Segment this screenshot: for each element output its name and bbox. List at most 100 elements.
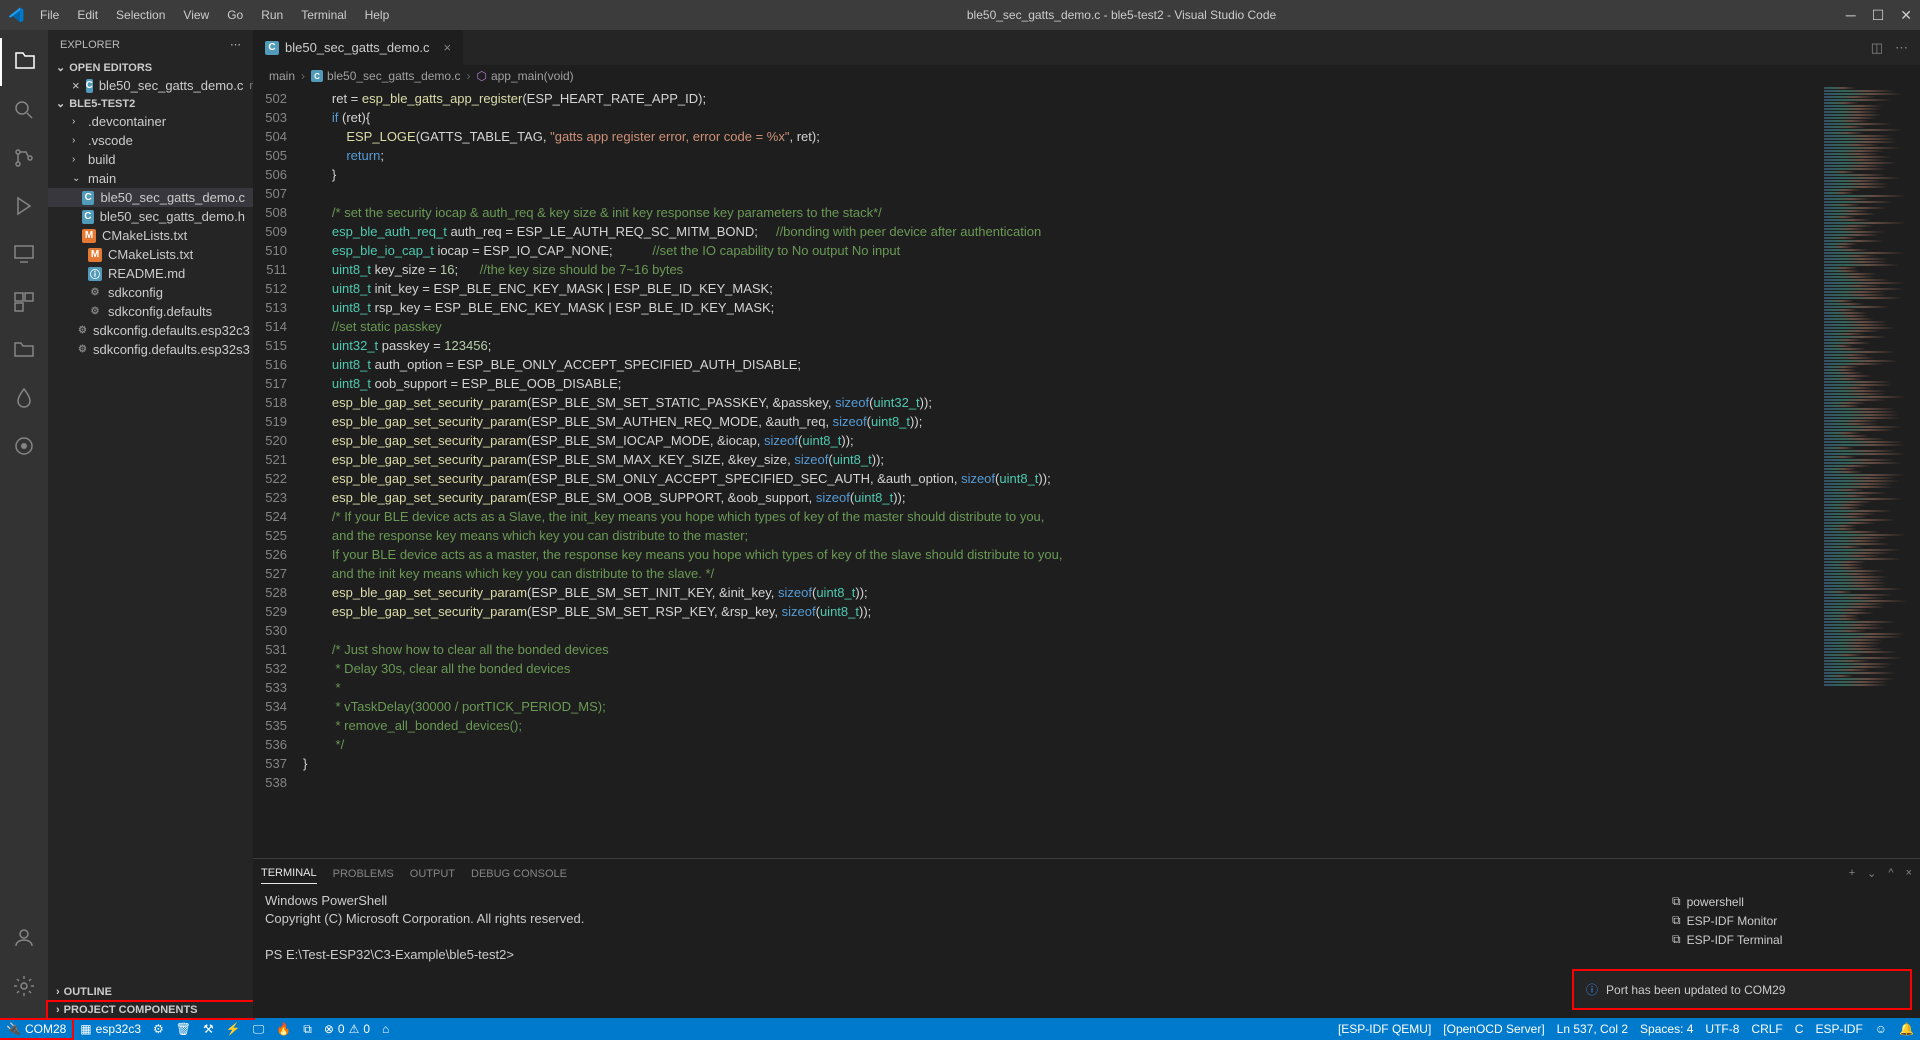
status-qemu[interactable]: [ESP-IDF QEMU]: [1332, 1022, 1437, 1036]
chip-icon: ▦: [80, 1022, 91, 1036]
info-icon: ⓘ: [1586, 981, 1598, 998]
search-icon[interactable]: [0, 86, 48, 134]
plug-icon: 🔌: [6, 1022, 21, 1036]
status-terminal[interactable]: ⧉: [297, 1018, 318, 1040]
account-icon[interactable]: [0, 914, 48, 962]
close-icon[interactable]: ✕: [1900, 7, 1912, 24]
status-monitor[interactable]: 🖵: [247, 1018, 271, 1040]
menu-go[interactable]: Go: [219, 4, 251, 26]
open-editors-section[interactable]: ⌄OPEN EDITORS: [48, 59, 253, 76]
vscode-logo-icon: [8, 7, 24, 23]
status-flash[interactable]: ⚡: [220, 1018, 247, 1040]
tree-item[interactable]: ⚙sdkconfig: [48, 283, 253, 302]
open-editor-item[interactable]: × C ble50_sec_gatts_demo.c main: [48, 76, 253, 95]
tree-item[interactable]: MCMakeLists.txt: [48, 245, 253, 264]
breadcrumb-folder: main: [269, 69, 295, 83]
minimap[interactable]: [1820, 87, 1920, 858]
menu-file[interactable]: File: [32, 4, 67, 26]
notification-message: Port has been updated to COM29: [1606, 983, 1785, 997]
code-editor[interactable]: ret = esp_ble_gatts_app_register(ESP_HEA…: [303, 87, 1820, 858]
status-encoding[interactable]: UTF-8: [1699, 1022, 1745, 1036]
settings-gear-icon[interactable]: [0, 962, 48, 1010]
run-debug-icon[interactable]: [0, 182, 48, 230]
editor-tabs: C ble50_sec_gatts_demo.c × ◫ ⋯: [253, 30, 1920, 65]
status-home[interactable]: ⌂: [376, 1018, 395, 1040]
tree-item[interactable]: ⚙sdkconfig.defaults.esp32c3: [48, 321, 253, 340]
minimize-icon[interactable]: ─: [1846, 7, 1856, 24]
menu-edit[interactable]: Edit: [69, 4, 106, 26]
explorer-title: EXPLORER: [60, 39, 120, 51]
close-editor-icon[interactable]: ×: [72, 78, 80, 93]
bottom-panel: TERMINAL PROBLEMS OUTPUT DEBUG CONSOLE +…: [253, 858, 1920, 1018]
breadcrumb[interactable]: main › Cble50_sec_gatts_demo.c › ⬡app_ma…: [253, 65, 1920, 87]
espressif-icon[interactable]: [0, 422, 48, 470]
menu-help[interactable]: Help: [357, 4, 398, 26]
titlebar: File Edit Selection View Go Run Terminal…: [0, 0, 1920, 30]
project-components-section[interactable]: ›PROJECT COMPONENTS: [46, 1000, 255, 1020]
outline-section[interactable]: ›OUTLINE: [48, 984, 253, 1000]
breadcrumb-symbol: ⬡app_main(void): [476, 69, 573, 83]
status-build[interactable]: ⚒: [197, 1018, 220, 1040]
menu-view[interactable]: View: [175, 4, 217, 26]
tree-item[interactable]: ⚙sdkconfig.defaults.esp32s3: [48, 340, 253, 359]
status-language[interactable]: C: [1789, 1022, 1810, 1036]
status-openocd[interactable]: [OpenOCD Server]: [1437, 1022, 1550, 1036]
panel-tab-terminal[interactable]: TERMINAL: [261, 863, 317, 884]
line-gutter: 5025035045055065075085095105115125135145…: [253, 87, 303, 858]
terminal-esp-terminal[interactable]: ⧉ESP-IDF Terminal: [1668, 930, 1912, 949]
folder-icon[interactable]: [0, 326, 48, 374]
panel-tab-debug-console[interactable]: DEBUG CONSOLE: [471, 864, 567, 884]
dropdown-terminal-icon[interactable]: ⌄: [1867, 867, 1876, 880]
tree-item[interactable]: MCMakeLists.txt: [48, 226, 253, 245]
status-eol[interactable]: CRLF: [1745, 1022, 1788, 1036]
tree-item[interactable]: ⓘREADME.md: [48, 264, 253, 283]
terminal-powershell[interactable]: ⧉powershell: [1668, 892, 1912, 911]
status-cursor[interactable]: Ln 537, Col 2: [1551, 1022, 1634, 1036]
tree-item[interactable]: ⚙sdkconfig.defaults: [48, 302, 253, 321]
main-menu: File Edit Selection View Go Run Terminal…: [32, 4, 397, 26]
close-panel-icon[interactable]: ×: [1906, 867, 1912, 880]
extensions-icon[interactable]: [0, 278, 48, 326]
status-diagnostics[interactable]: ⊗0 ⚠0: [318, 1018, 376, 1040]
status-spaces[interactable]: Spaces: 4: [1634, 1022, 1699, 1036]
maximize-icon[interactable]: ☐: [1872, 7, 1885, 24]
breadcrumb-file: Cble50_sec_gatts_demo.c: [311, 69, 460, 83]
menu-run[interactable]: Run: [253, 4, 291, 26]
menu-terminal[interactable]: Terminal: [293, 4, 354, 26]
tree-item[interactable]: ⌄main: [48, 169, 253, 188]
tree-item[interactable]: ›.devcontainer: [48, 112, 253, 131]
status-port[interactable]: 🔌COM28: [0, 1018, 74, 1040]
explorer-icon[interactable]: [0, 38, 48, 86]
panel-tab-output[interactable]: OUTPUT: [410, 864, 455, 884]
tree-item[interactable]: ›build: [48, 150, 253, 169]
rainmeter-icon[interactable]: [0, 374, 48, 422]
close-tab-icon[interactable]: ×: [444, 40, 452, 55]
tab-active-file[interactable]: C ble50_sec_gatts_demo.c ×: [253, 30, 463, 65]
menu-selection[interactable]: Selection: [108, 4, 173, 26]
editor-area: C ble50_sec_gatts_demo.c × ◫ ⋯ main › Cb…: [253, 30, 1920, 1018]
terminal-esp-monitor[interactable]: ⧉ESP-IDF Monitor: [1668, 911, 1912, 930]
notification-toast[interactable]: ⓘ Port has been updated to COM29: [1572, 969, 1912, 1010]
remote-explorer-icon[interactable]: [0, 230, 48, 278]
warning-icon: ⚠: [349, 1022, 360, 1036]
more-actions-icon[interactable]: ⋯: [1895, 40, 1908, 56]
status-espidf[interactable]: ESP-IDF: [1809, 1022, 1868, 1036]
tree-item[interactable]: Cble50_sec_gatts_demo.h: [48, 207, 253, 226]
tree-item[interactable]: ›.vscode: [48, 131, 253, 150]
status-chip[interactable]: ▦esp32c3: [74, 1018, 147, 1040]
source-control-icon[interactable]: [0, 134, 48, 182]
tree-item[interactable]: Cble50_sec_gatts_demo.c: [48, 188, 253, 207]
status-clean[interactable]: 🗑: [170, 1018, 197, 1040]
status-bell-icon[interactable]: 🔔: [1893, 1022, 1920, 1036]
maximize-panel-icon[interactable]: ^: [1888, 867, 1893, 880]
split-editor-icon[interactable]: ◫: [1871, 40, 1883, 56]
new-terminal-icon[interactable]: +: [1849, 867, 1855, 880]
status-feedback-icon[interactable]: ☺: [1869, 1022, 1893, 1036]
status-flame[interactable]: 🔥: [270, 1018, 297, 1040]
status-gear[interactable]: ⚙: [147, 1018, 170, 1040]
workspace-section[interactable]: ⌄BLE5-TEST2: [48, 95, 253, 112]
statusbar: 🔌COM28 ▦esp32c3 ⚙ 🗑 ⚒ ⚡ 🖵 🔥 ⧉ ⊗0 ⚠0 ⌂ [E…: [0, 1018, 1920, 1040]
terminal-output[interactable]: Windows PowerShellCopyright (C) Microsof…: [253, 888, 1660, 1018]
panel-tab-problems[interactable]: PROBLEMS: [333, 864, 394, 884]
more-icon[interactable]: ⋯: [230, 38, 241, 51]
